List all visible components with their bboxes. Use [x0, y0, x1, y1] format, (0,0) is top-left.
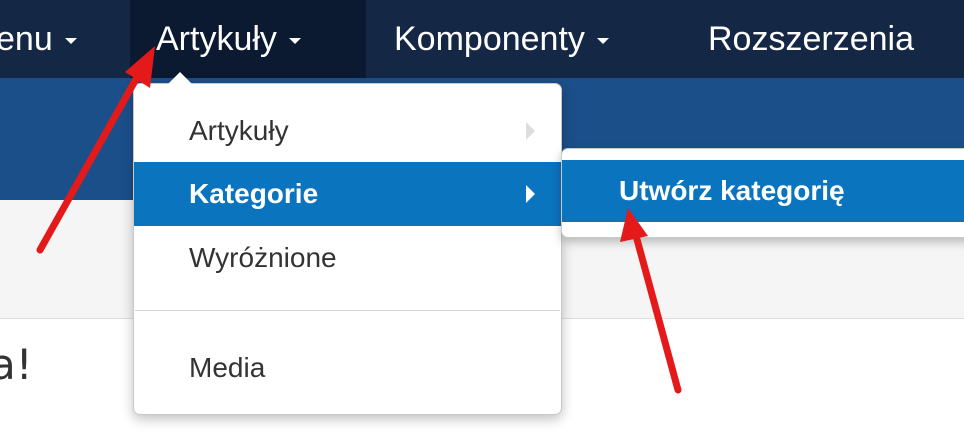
chevron-right-icon — [526, 185, 535, 203]
menu-item-artykuly[interactable]: Artykuły — [134, 99, 561, 163]
menu-item-utworz-kategorie[interactable]: Utwórz kategorię — [562, 160, 964, 222]
menu-item-kategorie[interactable]: Kategorie — [134, 162, 561, 226]
menu-item-label: Media — [189, 352, 266, 383]
nav-item-label: Rozszerzenia — [708, 19, 914, 58]
nav-item-label: enu — [0, 19, 53, 58]
artykuly-dropdown-menu: Artykuły Kategorie Wyróżnione Media — [133, 72, 562, 415]
menu-item-label: Kategorie — [189, 178, 319, 209]
nav-item-rozszerzenia[interactable]: Rozszerzenia — [708, 0, 964, 78]
menu-item-label: Wyróżnione — [189, 242, 337, 273]
nav-item-label: Komponenty — [394, 19, 585, 58]
page-heading-fragment: a! — [0, 340, 33, 389]
menu-item-wyroznione[interactable]: Wyróżnione — [134, 226, 561, 290]
caret-down-icon — [288, 38, 301, 44]
nav-item-komponenty[interactable]: Komponenty — [394, 0, 670, 78]
menu-item-label: Utwórz kategorię — [619, 175, 845, 206]
top-navigation-bar: enu Artykuły Komponenty Rozszerzenia — [0, 0, 964, 78]
chevron-right-icon — [526, 122, 535, 140]
menu-item-label: Artykuły — [189, 115, 289, 146]
caret-down-icon — [596, 38, 609, 44]
nav-item-artykuly[interactable]: Artykuły — [130, 0, 366, 78]
nav-item-label: Artykuły — [156, 19, 277, 58]
menu-item-media[interactable]: Media — [134, 336, 561, 400]
nav-item-menu[interactable]: enu — [0, 0, 124, 78]
caret-down-icon — [64, 38, 77, 44]
menu-divider — [135, 310, 560, 311]
kategorie-submenu: Utwórz kategorię — [561, 148, 964, 238]
